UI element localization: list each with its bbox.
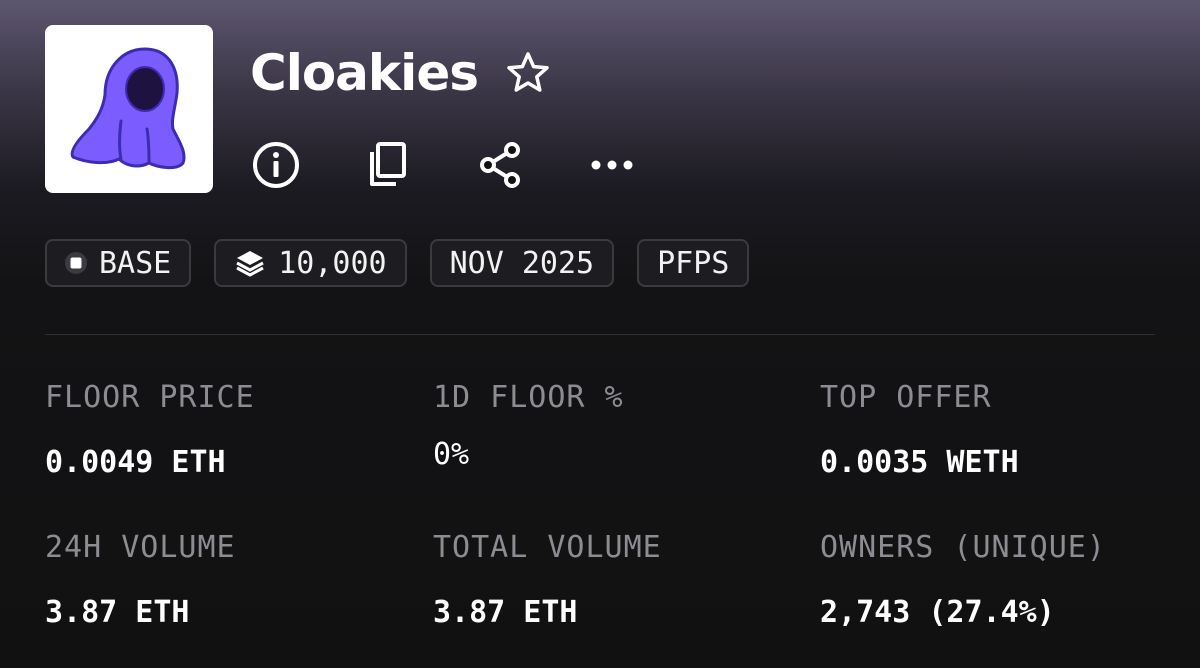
copy-icon	[370, 142, 406, 186]
volume-24h-stat: 24H VOLUME 3.87 ETH	[45, 530, 415, 630]
copy-button[interactable]	[362, 139, 414, 191]
supply-tag[interactable]: 10,000	[214, 239, 407, 287]
info-button[interactable]	[250, 139, 302, 191]
owners-stat: OWNERS (UNIQUE) 2,743 (27.4%)	[820, 530, 1190, 630]
stat-label: 1D FLOOR %	[433, 380, 624, 415]
stat-value: 0.0035 WETH	[820, 445, 1019, 480]
hooded-cloak-icon	[70, 47, 186, 170]
collection-logo	[45, 25, 213, 193]
stat-value: 2,743 (27.4%)	[820, 595, 1055, 630]
top-offer-stat: TOP OFFER 0.0035 WETH	[820, 380, 1190, 480]
stat-label: OWNERS (UNIQUE)	[820, 530, 1106, 565]
divider	[45, 334, 1155, 335]
chain-icon	[65, 252, 87, 274]
chain-label: BASE	[99, 245, 172, 281]
stat-value: 0.0049 ETH	[45, 445, 226, 480]
stat-label: FLOOR PRICE	[45, 380, 255, 415]
more-button[interactable]	[586, 139, 638, 191]
category-label: PFPS	[657, 245, 730, 281]
layers-icon	[234, 248, 266, 278]
share-icon	[480, 142, 520, 188]
share-button[interactable]	[474, 139, 526, 191]
chain-tag[interactable]: BASE	[45, 239, 192, 287]
info-icon	[253, 142, 299, 188]
floor-price-stat: FLOOR PRICE 0.0049 ETH	[45, 380, 415, 480]
date-tag[interactable]: NOV 2025	[429, 239, 615, 287]
stat-value: 3.87 ETH	[433, 595, 578, 630]
total-volume-stat: TOTAL VOLUME 3.87 ETH	[433, 530, 803, 630]
date-label: NOV 2025	[449, 245, 595, 281]
floor-change-stat: 1D FLOOR % 0%	[433, 380, 803, 472]
stat-value: 0%	[433, 437, 470, 472]
stat-label: 24H VOLUME	[45, 530, 236, 565]
stat-label: TOP OFFER	[820, 380, 992, 415]
action-toolbar	[250, 137, 698, 193]
star-outline-icon[interactable]	[504, 49, 552, 97]
collection-title: Cloakies	[250, 44, 479, 102]
stat-label: TOTAL VOLUME	[433, 530, 662, 565]
stat-value: 3.87 ETH	[45, 595, 190, 630]
supply-label: 10,000	[278, 245, 387, 281]
more-icon	[591, 160, 633, 170]
category-tag[interactable]: PFPS	[637, 239, 750, 287]
collection-header: Cloakies	[250, 38, 552, 108]
tag-list: BASE 10,000 NOV 2025 PFPS	[45, 239, 750, 287]
